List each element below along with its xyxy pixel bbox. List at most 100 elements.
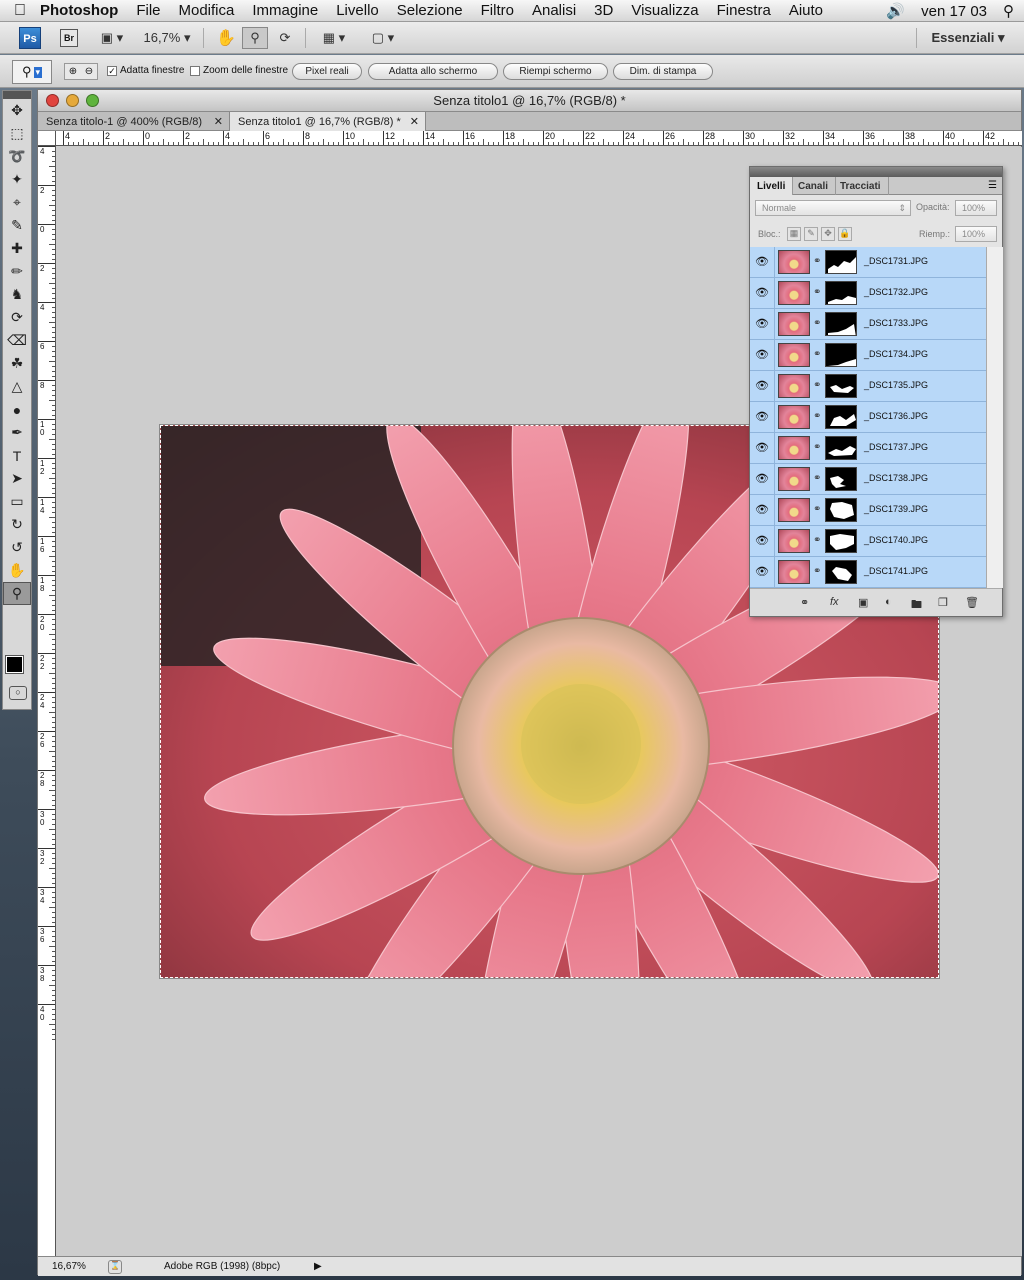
menu-view[interactable]: Visualizza xyxy=(631,2,698,19)
lock-transparency-icon[interactable]: ▦ xyxy=(787,227,801,241)
layer-thumbnail[interactable] xyxy=(778,281,810,305)
apple-icon[interactable]:  xyxy=(0,2,40,20)
menu-analysis[interactable]: Analisi xyxy=(532,2,576,19)
rectangle-tool-icon[interactable]: ▭ xyxy=(3,490,31,513)
zoom-out-icon[interactable]: ⊖ xyxy=(85,66,93,77)
layer-row[interactable]: 👁 ⚭ _DSC1737.JPG xyxy=(750,433,986,464)
menu-clock[interactable]: ven 17 03 xyxy=(921,3,987,20)
layer-row[interactable]: 👁 ⚭ _DSC1740.JPG xyxy=(750,526,986,557)
layer-mask-thumbnail[interactable] xyxy=(825,529,857,553)
tab-paths[interactable]: Tracciati xyxy=(833,177,889,195)
blur-tool-icon[interactable]: △ xyxy=(3,375,31,398)
layer-row[interactable]: 👁 ⚭ _DSC1731.JPG xyxy=(750,247,986,278)
close-window-icon[interactable] xyxy=(46,94,59,107)
mask-link-icon[interactable]: ⚭ xyxy=(813,287,821,298)
adjustment-layer-icon[interactable]: ◐ xyxy=(885,596,892,608)
layer-row[interactable]: 👁 ⚭ _DSC1734.JPG xyxy=(750,340,986,371)
layer-name[interactable]: _DSC1732.JPG xyxy=(864,287,928,297)
type-tool-icon[interactable]: T xyxy=(3,444,31,467)
zoom-tool-panel-icon[interactable]: ⚲ xyxy=(3,582,31,605)
mask-link-icon[interactable]: ⚭ xyxy=(813,473,821,484)
path-selection-tool-icon[interactable]: ➤ xyxy=(3,467,31,490)
tool-preset-picker[interactable]: ⚲ ▾ xyxy=(12,60,52,84)
layer-mask-thumbnail[interactable] xyxy=(825,405,857,429)
visibility-eye-icon[interactable]: 👁 xyxy=(754,317,770,331)
lock-all-icon[interactable]: 🔒 xyxy=(838,227,852,241)
zoom-tool-icon[interactable]: ⚲ xyxy=(242,26,268,49)
layer-thumbnail[interactable] xyxy=(778,529,810,553)
status-zoom[interactable]: 16,67% xyxy=(52,1261,106,1272)
blend-mode-dropdown[interactable]: Normale ⇕ xyxy=(755,200,911,216)
layer-name[interactable]: _DSC1738.JPG xyxy=(864,473,928,483)
layer-row[interactable]: 👁 ⚭ _DSC1741.JPG xyxy=(750,557,986,588)
eraser-tool-icon[interactable]: ⌫ xyxy=(3,329,31,352)
workspace-switcher[interactable]: Essenziali ▾ xyxy=(928,27,1008,49)
menu-window[interactable]: Finestra xyxy=(717,2,771,19)
layer-thumbnail[interactable] xyxy=(778,374,810,398)
layer-thumbnail[interactable] xyxy=(778,436,810,460)
layer-row[interactable]: 👁 ⚭ _DSC1739.JPG xyxy=(750,495,986,526)
menu-filter[interactable]: Filtro xyxy=(481,2,514,19)
new-group-icon[interactable]: 🖿 xyxy=(911,596,922,615)
layer-mask-thumbnail[interactable] xyxy=(825,467,857,491)
fill-field[interactable]: 100% xyxy=(955,226,997,242)
mask-link-icon[interactable]: ⚭ xyxy=(813,380,821,391)
menu-image[interactable]: Immagine xyxy=(252,2,318,19)
hand-tool-icon[interactable]: ✋ xyxy=(214,27,238,49)
lasso-tool-icon[interactable]: ➰ xyxy=(3,145,31,168)
visibility-eye-icon[interactable]: 👁 xyxy=(754,534,770,548)
visibility-eye-icon[interactable]: 👁 xyxy=(754,472,770,486)
delete-layer-icon[interactable]: 🗑 xyxy=(965,596,979,609)
visibility-eye-icon[interactable]: 👁 xyxy=(754,286,770,300)
mask-link-icon[interactable]: ⚭ xyxy=(813,442,821,453)
crop-tool-icon[interactable]: ⌖ xyxy=(3,191,31,214)
tab-channels[interactable]: Canali xyxy=(791,177,837,195)
volume-icon[interactable]: 🔊 xyxy=(886,2,905,20)
layer-name[interactable]: _DSC1741.JPG xyxy=(864,566,928,576)
ruler-corner[interactable] xyxy=(38,131,56,146)
rotate-view-icon[interactable]: ⟳ xyxy=(272,27,298,49)
quick-mask-icon[interactable]: ○ xyxy=(9,686,27,700)
layer-thumbnail[interactable] xyxy=(778,560,810,584)
move-tool-icon[interactable]: ✥ xyxy=(3,99,31,122)
mask-link-icon[interactable]: ⚭ xyxy=(813,256,821,267)
layers-panel-header[interactable] xyxy=(750,167,1002,177)
layer-mask-thumbnail[interactable] xyxy=(825,374,857,398)
layer-thumbnail[interactable] xyxy=(778,498,810,522)
layer-thumbnail[interactable] xyxy=(778,467,810,491)
close-tab-icon[interactable]: ✕ xyxy=(214,115,223,128)
layer-mask-thumbnail[interactable] xyxy=(825,343,857,367)
status-info-icon[interactable]: ⌛ xyxy=(108,1259,122,1274)
visibility-eye-icon[interactable]: 👁 xyxy=(754,379,770,393)
mask-link-icon[interactable]: ⚭ xyxy=(813,411,821,422)
zoom-all-windows-checkbox[interactable]: Zoom delle finestre xyxy=(190,65,288,76)
layer-name[interactable]: _DSC1735.JPG xyxy=(864,380,928,390)
menu-layer[interactable]: Livello xyxy=(336,2,379,19)
layers-scrollbar[interactable] xyxy=(986,247,1003,588)
minimize-window-icon[interactable] xyxy=(66,94,79,107)
layer-mask-thumbnail[interactable] xyxy=(825,436,857,460)
marquee-tool-icon[interactable]: ⬚ xyxy=(3,122,31,145)
layer-mask-thumbnail[interactable] xyxy=(825,281,857,305)
visibility-eye-icon[interactable]: 👁 xyxy=(754,255,770,269)
tab-document-2[interactable]: Senza titolo1 @ 16,7% (RGB/8) * ✕ xyxy=(230,112,426,131)
visibility-eye-icon[interactable]: 👁 xyxy=(754,410,770,424)
lock-position-icon[interactable]: ✥ xyxy=(821,227,835,241)
layer-row[interactable]: 👁 ⚭ _DSC1732.JPG xyxy=(750,278,986,309)
zoom-in-icon[interactable]: ⊕ xyxy=(69,66,77,77)
tab-layers[interactable]: Livelli xyxy=(750,177,794,195)
mask-link-icon[interactable]: ⚭ xyxy=(813,535,821,546)
brush-tool-icon[interactable]: ✏ xyxy=(3,260,31,283)
quick-selection-tool-icon[interactable]: ✦ xyxy=(3,168,31,191)
mask-link-icon[interactable]: ⚭ xyxy=(813,504,821,515)
layer-row[interactable]: 👁 ⚭ _DSC1733.JPG xyxy=(750,309,986,340)
layer-thumbnail[interactable] xyxy=(778,405,810,429)
layer-thumbnail[interactable] xyxy=(778,250,810,274)
spotlight-icon[interactable]: ⚲ xyxy=(1003,2,1014,20)
visibility-eye-icon[interactable]: 👁 xyxy=(754,348,770,362)
layer-mask-thumbnail[interactable] xyxy=(825,250,857,274)
layer-mask-thumbnail[interactable] xyxy=(825,498,857,522)
panel-menu-icon[interactable]: ☰ xyxy=(988,180,997,191)
history-brush-tool-icon[interactable]: ⟳ xyxy=(3,306,31,329)
layer-name[interactable]: _DSC1740.JPG xyxy=(864,535,928,545)
